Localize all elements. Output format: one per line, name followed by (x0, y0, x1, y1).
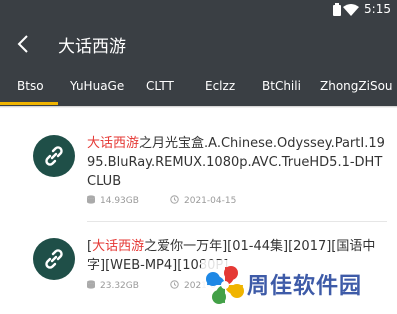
tab-zhongzisou[interactable]: ZhongZiSou (320, 79, 393, 93)
link-icon (45, 146, 63, 166)
active-tab-indicator (0, 102, 58, 105)
result-title[interactable]: 大话西游之月光宝盒.A.Chinese.Odyssey.PartI.1995.B… (87, 134, 387, 191)
pinwheel-logo (206, 266, 244, 304)
result-meta: 14.93GB 2021-04-15 (87, 195, 236, 206)
result-item[interactable]: 大话西游之月光宝盒.A.Chinese.Odyssey.PartI.1995.B… (0, 120, 397, 230)
watermark-text: 周佳软件园 (247, 274, 363, 299)
watermark: 周佳软件园 (201, 260, 389, 312)
battery-icon (333, 3, 341, 16)
toolbar: 大话西游 (0, 20, 397, 68)
result-meta: 23.32GB 2021-0 (87, 280, 216, 291)
result-size: 14.93GB (100, 196, 139, 206)
database-icon (87, 195, 95, 204)
database-icon (87, 280, 95, 289)
result-avatar (33, 238, 75, 280)
divider (87, 221, 387, 222)
keyword-highlight: 大话西游 (92, 239, 145, 254)
result-size: 23.32GB (100, 281, 139, 291)
status-time: 5:15 (364, 2, 391, 16)
tab-cltt[interactable]: CLTT (146, 79, 174, 93)
tab-shadow (0, 106, 397, 108)
source-tabs: Btso YuHuaGe CLTT Eclzz BtChili ZhongZiS… (0, 68, 397, 106)
clock-icon (170, 280, 179, 289)
keyword-highlight: 大话西游 (87, 136, 140, 151)
tab-eclzz[interactable]: Eclzz (205, 79, 235, 93)
back-arrow-icon[interactable] (14, 33, 34, 55)
page-title: 大话西游 (58, 37, 126, 57)
result-date: 2021-04-15 (184, 196, 237, 206)
link-icon (45, 249, 63, 269)
result-avatar (33, 135, 75, 177)
wifi-icon (343, 4, 359, 16)
tab-btchili[interactable]: BtChili (262, 79, 301, 93)
status-bar: 5:15 (0, 0, 397, 20)
tab-btso[interactable]: Btso (17, 79, 44, 93)
clock-icon (170, 195, 179, 204)
tab-yuhuage[interactable]: YuHuaGe (70, 79, 124, 93)
